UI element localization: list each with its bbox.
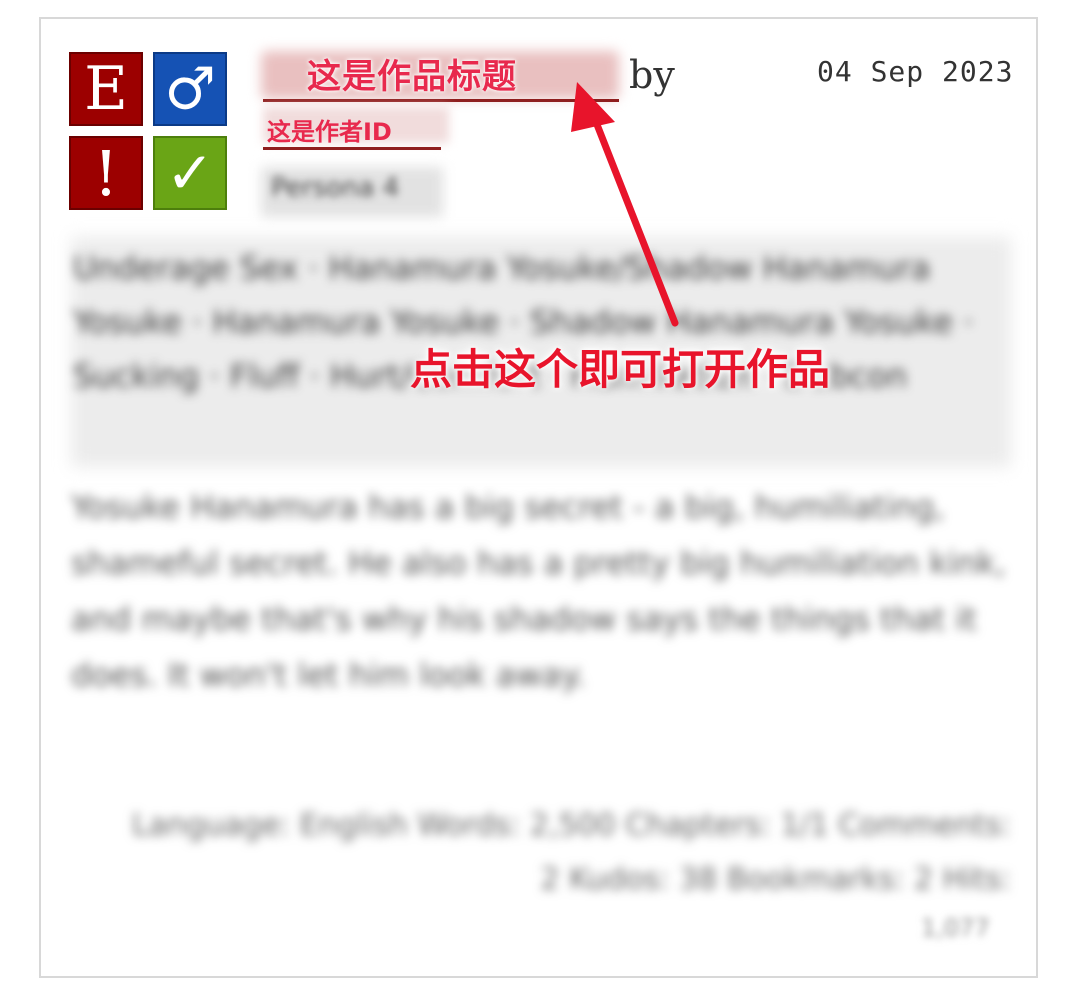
annotation-arrow [571,82,679,327]
annotation-callout: 点击这个即可打开作品 [410,345,831,394]
